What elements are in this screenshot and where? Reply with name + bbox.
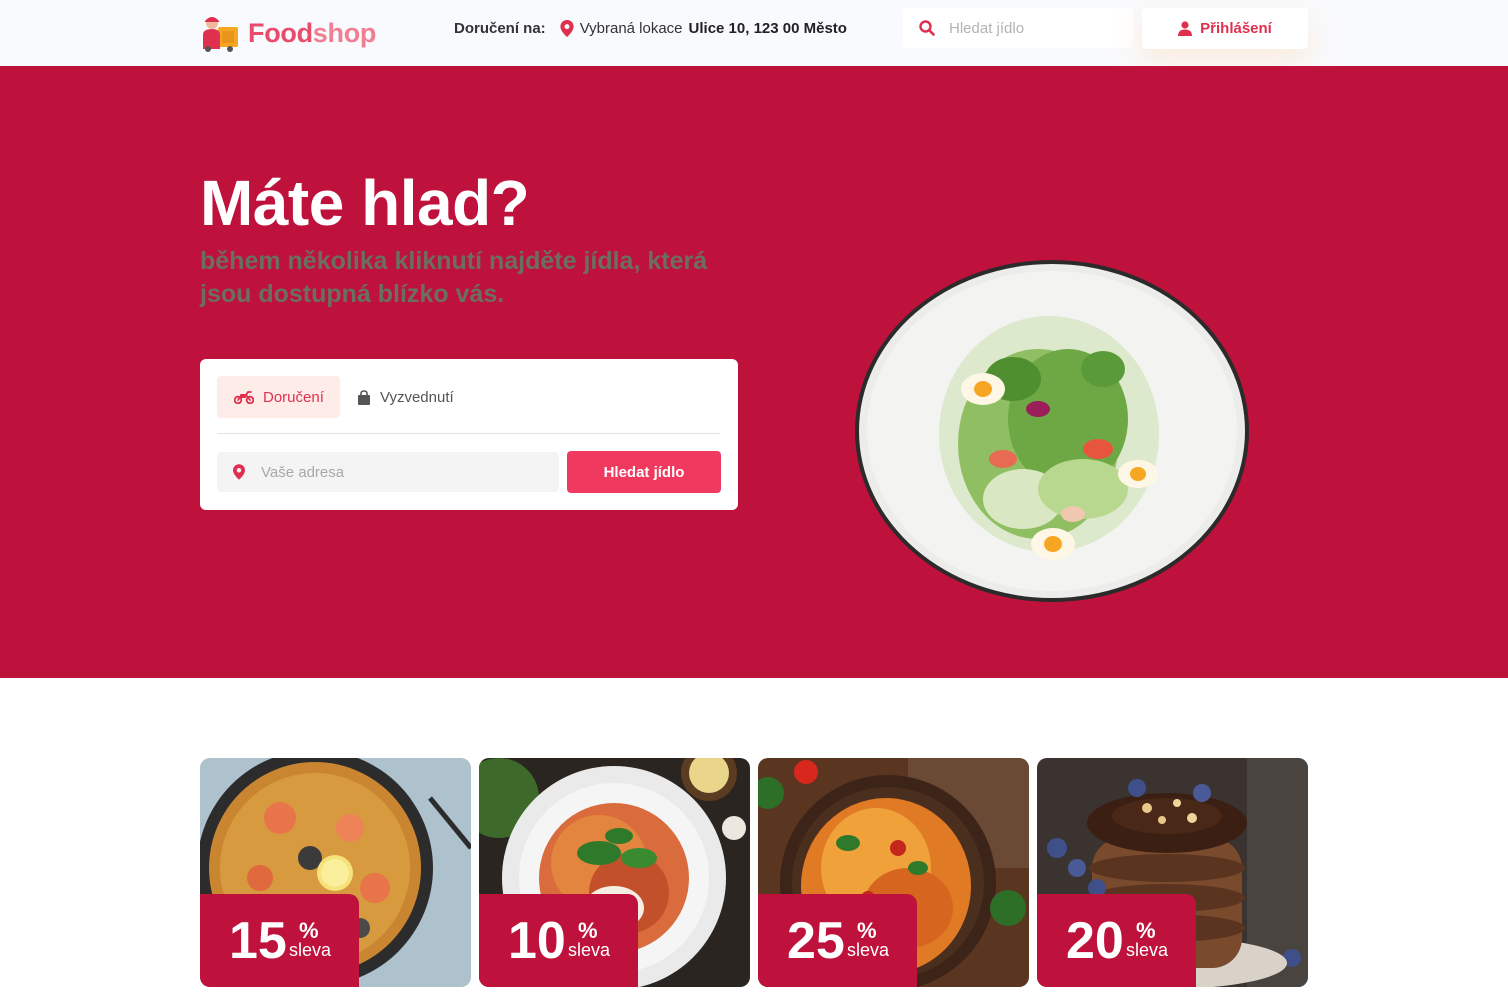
- delivery-label: Doručení na:: [454, 20, 546, 37]
- top-navbar: Foodshop Doručení na: Vybraná lokace Uli…: [0, 0, 1508, 66]
- motorcycle-icon: [234, 390, 254, 404]
- discount-badge: 10 % sleva: [479, 894, 638, 987]
- deal-card-paella[interactable]: 15 % sleva: [200, 758, 471, 987]
- hero-subtitle: během několika kliknutí najděte jídla, k…: [200, 247, 708, 308]
- user-icon: [1178, 21, 1193, 36]
- discount-value: 10: [508, 912, 566, 970]
- search-icon[interactable]: [919, 20, 935, 36]
- address-input[interactable]: [261, 463, 541, 481]
- discount-label: sleva: [1126, 940, 1169, 960]
- tab-delivery[interactable]: Doručení: [217, 376, 340, 418]
- tab-pickup[interactable]: Vyzvednutí: [357, 376, 454, 418]
- login-button[interactable]: Přihlášení: [1142, 8, 1308, 49]
- location-prefix: Vybraná lokace: [579, 20, 683, 37]
- discount-value: 15: [229, 912, 287, 970]
- brand-logo[interactable]: Foodshop: [200, 13, 376, 53]
- header-search-input[interactable]: [949, 19, 1119, 37]
- shopping-bag-icon: [358, 389, 370, 405]
- tab-pickup-label: Vyzvednutí: [380, 388, 454, 406]
- deal-card-pancakes[interactable]: 20 % sleva: [1037, 758, 1308, 987]
- brand-name: Foodshop: [248, 17, 377, 48]
- map-pin-icon: [560, 20, 574, 37]
- deal-card-spaghetti[interactable]: 10 % sleva: [479, 758, 750, 987]
- header-search: [903, 8, 1133, 48]
- salad-plate-image: [855, 260, 1249, 602]
- order-type-tabs: Doručení Vyzvednutí: [217, 376, 720, 434]
- discount-value: 20: [1066, 912, 1124, 970]
- discount-badge: 25 % sleva: [758, 894, 917, 987]
- location-address: Ulice 10, 123 00 Město: [688, 20, 847, 37]
- discount-badge: 20 % sleva: [1037, 894, 1196, 987]
- tab-delivery-label: Doručení: [263, 388, 324, 406]
- login-label: Přihlášení: [1200, 20, 1272, 37]
- find-food-button[interactable]: Hledat jídlo: [567, 451, 721, 493]
- delivery-location[interactable]: Doručení na: Vybraná lokace Ulice 10, 12…: [454, 20, 847, 37]
- address-field: [217, 452, 559, 492]
- food-search-card: Doručení Vyzvednutí Hledat jídlo: [200, 359, 738, 510]
- delivery-man-logo-icon: [203, 17, 238, 52]
- discount-value: 25: [787, 912, 845, 970]
- discount-label: sleva: [289, 940, 332, 960]
- hero-section: Máte hlad? během několika kliknutí najdě…: [0, 66, 1508, 678]
- map-pin-icon: [233, 464, 245, 480]
- discount-badge: 15 % sleva: [200, 894, 359, 987]
- hero-title: Máte hlad?: [200, 167, 530, 239]
- deal-card-penne[interactable]: 25 % sleva: [758, 758, 1029, 987]
- discount-label: sleva: [568, 940, 611, 960]
- discount-label: sleva: [847, 940, 890, 960]
